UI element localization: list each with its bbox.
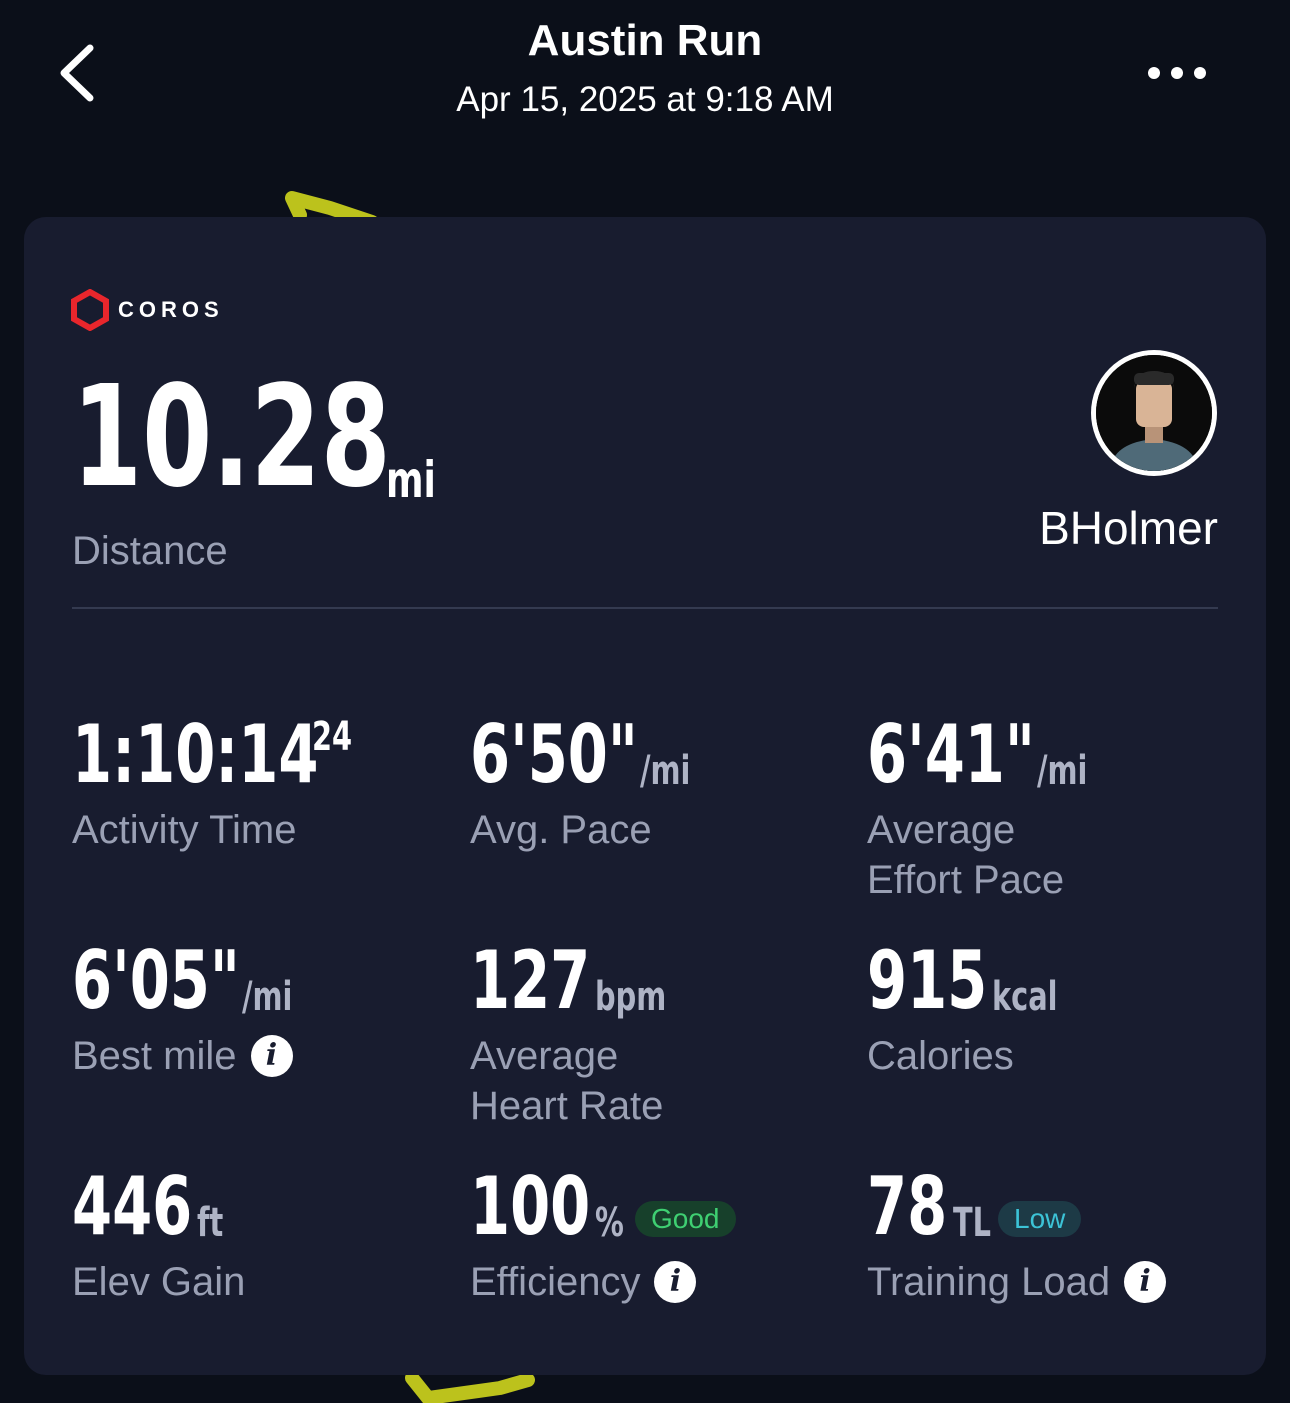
efficiency-label: Efficiency i — [470, 1257, 697, 1307]
stat-avg-heart-rate: 127 bpm Average Heart Rate — [470, 934, 667, 1131]
info-icon[interactable]: i — [250, 1035, 293, 1077]
training-load-unit: TL — [953, 1200, 992, 1246]
stat-efficiency: 100 % Good Efficiency i — [470, 1160, 736, 1307]
best-mile-label: Best mile i — [72, 1031, 293, 1081]
more-options-button[interactable] — [1140, 50, 1220, 96]
stat-training-load: 78 TL Low Training Load i — [867, 1160, 1167, 1307]
coros-logo-icon — [71, 289, 109, 331]
activity-time-label: Activity Time — [72, 808, 297, 852]
efficiency-value: 100 — [470, 1160, 591, 1253]
avg-effort-pace-value: 6'41" — [867, 708, 1035, 801]
username: BHolmer — [1039, 502, 1218, 554]
brand-name: COROS — [118, 297, 224, 322]
stat-activity-time: 1:10:14 24 Activity Time — [72, 715, 352, 855]
info-icon[interactable]: i — [1124, 1261, 1167, 1303]
avg-heart-rate-label: Average Heart Rate — [470, 1034, 664, 1128]
best-mile-unit: /mi — [242, 974, 293, 1020]
stat-best-mile: 6'05" /mi Best mile i — [72, 941, 293, 1081]
avatar[interactable] — [1091, 350, 1217, 476]
training-load-value: 78 — [867, 1160, 948, 1253]
avg-pace-value: 6'50" — [470, 708, 638, 801]
divider — [72, 607, 1218, 609]
elev-gain-unit: ft — [197, 1200, 224, 1246]
elev-gain-label: Elev Gain — [72, 1260, 246, 1304]
top-bar: Austin Run Apr 15, 2025 at 9:18 AM — [0, 0, 1290, 150]
avg-heart-rate-value: 127 — [470, 934, 591, 1027]
training-load-label: Training Load i — [867, 1257, 1167, 1307]
stat-calories: 915 kcal Calories — [867, 934, 1058, 1081]
activity-title: Austin Run — [527, 16, 763, 65]
activity-time-fraction: 24 — [312, 714, 353, 760]
activity-summary-card: COROS 10.28 mi Distance BHolmer 1:10:14 … — [24, 217, 1266, 1375]
info-icon[interactable]: i — [654, 1261, 697, 1303]
activity-datetime: Apr 15, 2025 at 9:18 AM — [456, 80, 834, 119]
avg-pace-label: Avg. Pace — [470, 808, 652, 852]
distance-label: Distance — [72, 529, 228, 573]
stat-avg-effort-pace: 6'41" /mi Average Effort Pace — [867, 708, 1087, 905]
efficiency-status-badge: Good — [635, 1201, 736, 1237]
efficiency-unit: % — [595, 1200, 624, 1246]
avg-effort-pace-unit: /mi — [1037, 748, 1088, 794]
calories-label: Calories — [867, 1034, 1014, 1078]
avg-effort-pace-label: Average Effort Pace — [867, 808, 1065, 902]
best-mile-value: 6'05" — [72, 934, 240, 1027]
stat-avg-pace: 6'50" /mi Avg. Pace — [470, 708, 690, 855]
calories-unit: kcal — [992, 974, 1058, 1020]
elev-gain-value: 446 — [72, 1160, 193, 1253]
stat-elev-gain: 446 ft Elev Gain — [72, 1167, 245, 1307]
avg-heart-rate-unit: bpm — [595, 974, 667, 1020]
avg-pace-unit: /mi — [640, 748, 691, 794]
brand-logo: COROS — [70, 289, 224, 331]
training-load-status-badge: Low — [998, 1201, 1082, 1237]
calories-value: 915 — [867, 934, 988, 1027]
activity-time-value: 1:10:14 — [72, 708, 319, 801]
distance-unit: mi — [386, 451, 436, 509]
avatar-person-icon — [1096, 355, 1212, 471]
more-dots-icon — [1148, 67, 1206, 79]
